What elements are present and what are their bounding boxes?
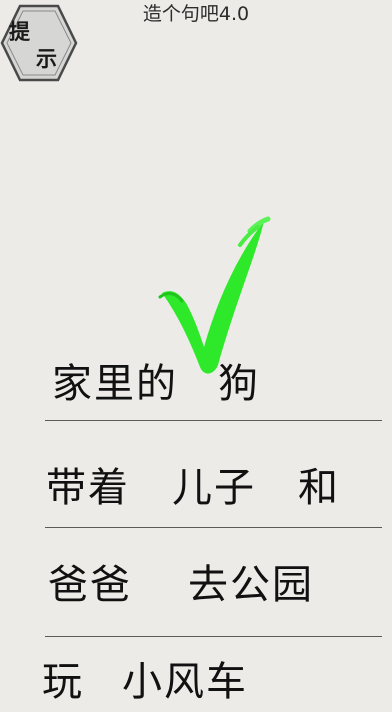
row-divider: [45, 420, 382, 421]
word-tile[interactable]: 小风车: [122, 652, 248, 712]
word-tile[interactable]: 家里的: [52, 354, 178, 414]
game-screen: 造个句吧4.0 提 示 家里的 狗 带着 儿子 和 爸爸 去公园 玩 小风车: [0, 0, 392, 712]
row-divider: [45, 636, 382, 637]
sentence-row-1: 家里的 狗: [0, 354, 392, 414]
hint-label-char-2: 示: [36, 46, 57, 71]
sentence-row-3: 爸爸 去公园: [0, 555, 392, 615]
word-tile[interactable]: 狗: [218, 354, 260, 414]
word-tile[interactable]: 玩: [42, 652, 84, 712]
row-divider: [45, 527, 382, 528]
sentence-row-2: 带着 儿子 和: [0, 458, 392, 518]
word-tile[interactable]: 和: [298, 458, 340, 518]
hint-button[interactable]: 提 示: [0, 3, 78, 83]
sentence-row-4: 玩 小风车: [0, 652, 392, 712]
word-tile[interactable]: 儿子: [172, 458, 256, 518]
word-tile[interactable]: 爸爸: [48, 555, 132, 615]
hint-label-char-1: 提: [9, 19, 30, 44]
word-tile[interactable]: 带着: [46, 458, 130, 518]
word-tile[interactable]: 去公园: [188, 555, 314, 615]
